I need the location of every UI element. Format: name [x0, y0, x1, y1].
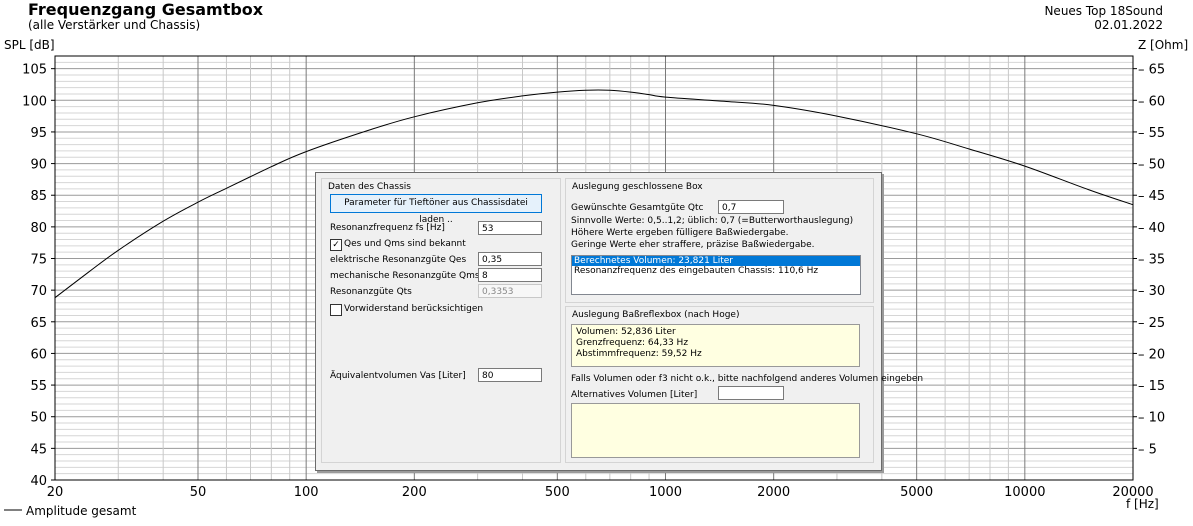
- y2-tick-label: – 10: [1138, 411, 1165, 426]
- reflex-tuning: Abstimmfrequenz: 59,52 Hz: [576, 349, 702, 359]
- vas-label: Äquivalentvolumen Vas [Liter]: [330, 371, 466, 381]
- y-tick-label: 95: [30, 126, 47, 141]
- alt-volume-label: Alternatives Volumen [Liter]: [571, 390, 698, 400]
- resistor-label: Vorwiderstand berücksichtigen: [344, 304, 484, 314]
- x-tick-label: 2000: [757, 485, 790, 500]
- y-tick-label: 105: [22, 63, 47, 78]
- y-tick-label: 40: [30, 474, 47, 489]
- qes-qms-known-label: Qes und Qms sind bekannt: [344, 239, 466, 249]
- resistor-checkbox[interactable]: [330, 304, 342, 316]
- y2-tick-label: – 45: [1138, 189, 1165, 204]
- alt-volume-results: [571, 403, 860, 458]
- y-tick-label: 100: [22, 94, 47, 109]
- x-tick-label: 500: [545, 485, 570, 500]
- result-resonance-row[interactable]: Resonanzfrequenz des eingebauten Chassis…: [572, 266, 860, 276]
- alt-volume-hint: Falls Volumen oder f3 nicht o.k., bitte …: [571, 374, 924, 384]
- project-name: Neues Top 18Sound: [1044, 4, 1163, 18]
- qes-input[interactable]: 0,35: [478, 252, 542, 266]
- chart-title: Frequenzgang Gesamtbox: [28, 0, 264, 19]
- y2-tick-label: – 65: [1138, 63, 1165, 78]
- box-design-dialog: Daten des Chassis Parameter für Tieftöne…: [315, 172, 923, 471]
- project-date: 02.01.2022: [1094, 18, 1163, 32]
- y-tick-label: 55: [30, 379, 47, 394]
- x-tick-label: 200: [402, 485, 427, 500]
- y2-tick-label: – 35: [1138, 253, 1165, 268]
- y-tick-label: 80: [30, 221, 47, 236]
- x-tick-label: 20: [47, 485, 64, 500]
- x-tick-label: 10000: [1004, 485, 1045, 500]
- y-tick-label: 60: [30, 347, 47, 362]
- y2-tick-label: – 15: [1138, 379, 1165, 394]
- load-chassis-button[interactable]: Parameter für Tieftöner aus Chassisdatei…: [330, 194, 542, 225]
- y2-axis-label: Z [Ohm]: [1138, 38, 1189, 52]
- closed-box-group: Auslegung geschlossene Box Gewünschte Ge…: [565, 178, 874, 303]
- y2-tick-label: – 20: [1138, 347, 1165, 362]
- qts-label: Resonanzgüte Qts: [330, 287, 412, 297]
- qes-label: elektrische Resonanzgüte Qes: [330, 255, 467, 265]
- qtc-label: Gewünschte Gesamtgüte Qtc: [571, 203, 704, 213]
- y2-tick-label: – 30: [1138, 284, 1165, 299]
- y2-tick-label: – 55: [1138, 126, 1165, 141]
- alt-volume-input[interactable]: [718, 386, 784, 400]
- x-tick-label: 100: [294, 485, 319, 500]
- y-axis-label: SPL [dB]: [4, 38, 55, 52]
- reflex-volume: Volumen: 52,836 Liter: [576, 327, 676, 337]
- closed-box-group-title: Auslegung geschlossene Box: [572, 182, 703, 192]
- bass-reflex-results: Volumen: 52,836 Liter Grenzfrequenz: 64,…: [571, 324, 860, 367]
- chassis-data-group: Daten des Chassis Parameter für Tieftöne…: [321, 178, 561, 463]
- qtc-hint-3: Geringe Werte eher straffere, präzise Ba…: [571, 240, 815, 250]
- y-tick-label: 70: [30, 284, 47, 299]
- y2-tick-labels: – 5 – 10 – 15 – 20 – 25 – 30 – 35 – 40 – 45 – 50 –…: [1133, 63, 1165, 457]
- y-tick-label: 50: [30, 411, 47, 426]
- chart-subtitle: (alle Verstärker und Chassis): [28, 18, 201, 32]
- y-tick-label: 65: [30, 316, 47, 331]
- x-tick-label: 50: [190, 485, 207, 500]
- y-tick-label: 45: [30, 442, 47, 457]
- x-tick-labels: 20 50 100 200 500 1000 2000 5000 10000 20000: [47, 485, 1154, 500]
- y-tick-label: 90: [30, 158, 47, 173]
- fs-input[interactable]: 53: [478, 221, 542, 235]
- bass-reflex-group: Auslegung Baßreflexbox (nach Hoge) Volum…: [565, 306, 923, 463]
- bass-reflex-group-title: Auslegung Baßreflexbox (nach Hoge): [572, 310, 740, 320]
- y-tick-label: 85: [30, 189, 47, 204]
- y-tick-labels: 40 45 50 55 60 65 70 75 80 85 90 95 100 105: [22, 63, 55, 489]
- chassis-group-title: Daten des Chassis: [328, 182, 411, 192]
- x-axis-label: f [Hz]: [1126, 497, 1159, 511]
- qes-qms-known-checkbox[interactable]: ✓: [330, 239, 342, 251]
- y2-tick-label: – 5: [1138, 442, 1157, 457]
- legend-label: Amplitude gesamt: [26, 504, 137, 518]
- vas-input[interactable]: 80: [478, 368, 542, 382]
- y2-tick-label: – 40: [1138, 221, 1165, 236]
- legend-entry: Amplitude gesamt: [2, 504, 136, 518]
- y2-tick-label: – 25: [1138, 316, 1165, 331]
- qtc-hint-1: Sinnvolle Werte: 0,5..1,2; üblich: 0,7 (…: [571, 216, 854, 226]
- qts-input: 0,3353: [478, 284, 542, 298]
- x-tick-label: 1000: [649, 485, 682, 500]
- fs-label: Resonanzfrequenz fs [Hz]: [330, 223, 445, 233]
- qtc-hint-2: Höhere Werte ergeben fülligere Baßwieder…: [571, 228, 789, 238]
- y-tick-label: 75: [30, 253, 47, 268]
- qms-input[interactable]: 8: [478, 268, 542, 282]
- reflex-cutoff: Grenzfrequenz: 64,33 Hz: [576, 338, 689, 348]
- result-volume-row[interactable]: Berechnetes Volumen: 23,821 Liter: [572, 256, 860, 266]
- y2-tick-label: – 60: [1138, 94, 1165, 109]
- closed-box-results-list[interactable]: Berechnetes Volumen: 23,821 Liter Resona…: [571, 255, 861, 295]
- x-tick-label: 5000: [900, 485, 933, 500]
- qtc-input[interactable]: 0,7: [718, 200, 784, 214]
- qms-label: mechanische Resonanzgüte Qms: [330, 271, 480, 281]
- y2-tick-label: – 50: [1138, 158, 1165, 173]
